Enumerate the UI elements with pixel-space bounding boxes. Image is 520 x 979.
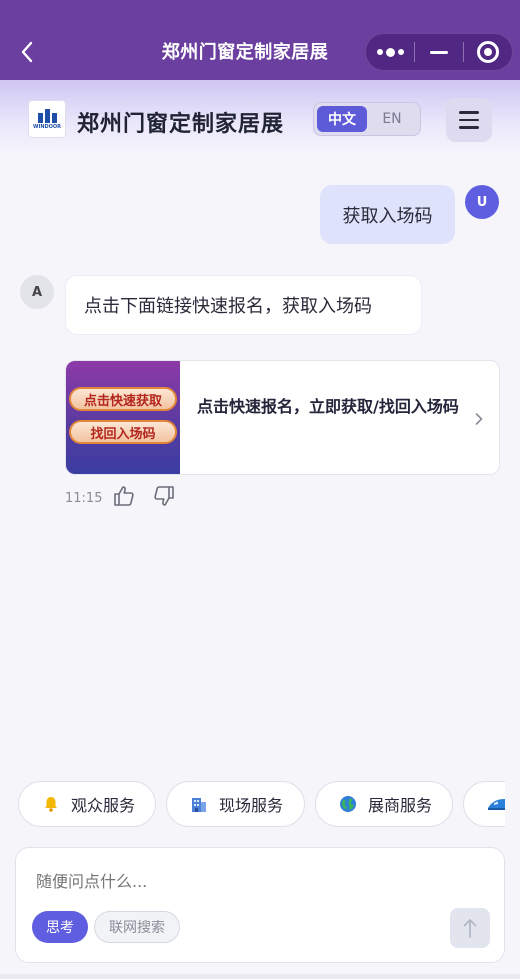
- chip-exhibitor-service[interactable]: 展商服务: [315, 781, 453, 827]
- thumb-label-fast: 点击快速获取: [69, 387, 177, 411]
- user-message-bubble: 获取入场码: [320, 185, 455, 244]
- chevron-right-icon: [471, 409, 487, 429]
- chip-onsite-service[interactable]: 现场服务: [166, 781, 305, 827]
- quick-services-row: 观众服务 现场服务 展商服务: [0, 781, 505, 827]
- user-avatar: U: [465, 185, 499, 219]
- minimize-button[interactable]: [415, 34, 463, 70]
- bell-icon: [41, 794, 61, 814]
- chip-label: 观众服务: [71, 796, 136, 815]
- thumbs-up-icon[interactable]: [112, 484, 136, 508]
- thumb-label-retrieve: 找回入场码: [69, 420, 177, 444]
- chat-composer: 思考 联网搜索: [15, 847, 505, 963]
- lang-option-zh[interactable]: 中文: [317, 106, 367, 132]
- assistant-avatar: A: [20, 275, 54, 309]
- brand-name: 郑州门窗定制家居展: [77, 112, 285, 137]
- brand-logo: WINDOOR: [28, 100, 66, 138]
- lang-option-en[interactable]: EN: [367, 106, 417, 132]
- chip-audience-service[interactable]: 观众服务: [18, 781, 156, 827]
- chat-input[interactable]: [36, 872, 436, 891]
- close-target-icon: [477, 41, 499, 63]
- close-button[interactable]: [464, 34, 512, 70]
- message-timestamp: 11:15: [65, 491, 103, 506]
- link-card-text: 点击快速报名，立即获取/找回入场码: [197, 397, 459, 416]
- train-icon: [486, 794, 505, 814]
- bottom-safe-area: [0, 974, 520, 979]
- link-card-thumbnail: 点击快速获取 找回入场码: [66, 361, 180, 474]
- chip-transport-service[interactable]: [463, 781, 505, 827]
- think-toggle[interactable]: 思考: [32, 911, 88, 943]
- thumbs-down-icon[interactable]: [152, 484, 176, 508]
- chip-label: 展商服务: [368, 796, 433, 815]
- menu-button[interactable]: [446, 98, 492, 142]
- send-button[interactable]: [450, 908, 490, 948]
- more-dots-icon: [376, 47, 404, 57]
- mini-program-capsule: [365, 33, 513, 71]
- arrow-up-icon: [463, 919, 477, 938]
- building-icon: [189, 794, 209, 814]
- hamburger-menu-icon: [459, 111, 479, 114]
- registration-link-card[interactable]: 点击快速获取 找回入场码 点击快速报名，立即获取/找回入场码: [65, 360, 500, 475]
- language-switch: 中文 EN: [313, 102, 421, 136]
- globe-icon: [338, 794, 358, 814]
- minimize-icon: [430, 50, 448, 54]
- web-search-toggle[interactable]: 联网搜索: [94, 911, 180, 943]
- app-top-bar: 郑州门窗定制家居展: [0, 0, 520, 80]
- more-button[interactable]: [366, 34, 414, 70]
- assistant-message-bubble: 点击下面链接快速报名，获取入场码: [65, 275, 422, 335]
- chip-label: 现场服务: [219, 796, 284, 815]
